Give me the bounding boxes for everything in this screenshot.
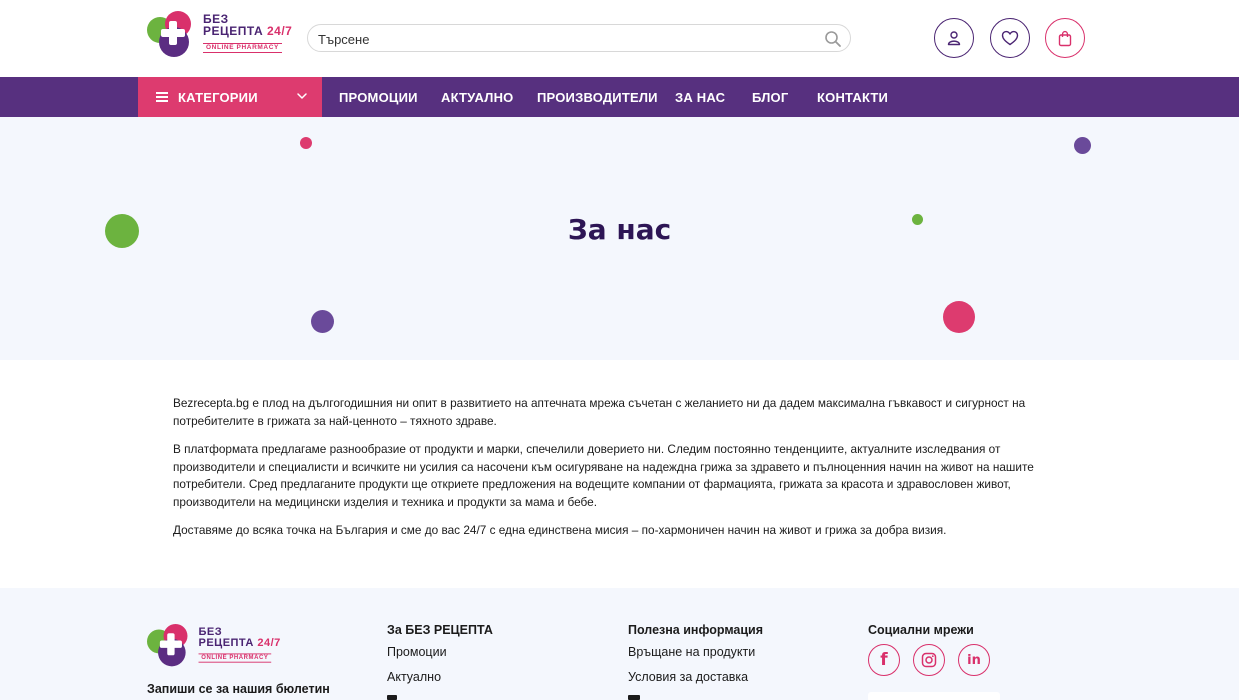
about-paragraph: Bezrecepta.bg е плод на дългогодишния ни… bbox=[173, 396, 1026, 428]
nav-link-blog[interactable]: БЛОГ bbox=[752, 90, 788, 105]
nav-link-about[interactable]: ЗА НАС bbox=[675, 90, 725, 105]
wishlist-button[interactable] bbox=[990, 18, 1030, 58]
decor-dot bbox=[300, 137, 312, 149]
logo-line2-num: 24/7 bbox=[267, 23, 293, 38]
footer-link-returns[interactable]: Връщане на продукти bbox=[628, 645, 755, 659]
categories-dropdown[interactable]: КАТЕГОРИИ bbox=[138, 77, 322, 117]
decor-dot bbox=[1074, 137, 1091, 154]
logo-tagline: ONLINE PHARMACY bbox=[203, 42, 282, 54]
nav-link-promotions[interactable]: ПРОМОЦИИ bbox=[339, 90, 418, 105]
linkedin-button[interactable]: in bbox=[958, 644, 990, 676]
facebook-button[interactable]: f bbox=[868, 644, 900, 676]
footer-link-promotions[interactable]: Промоции bbox=[387, 645, 447, 659]
site-header: БЕЗ РЕЦЕПТА 24/7 ONLINE PHARMACY bbox=[0, 0, 1239, 77]
instagram-button[interactable] bbox=[913, 644, 945, 676]
search-input[interactable] bbox=[318, 29, 808, 49]
about-paragraph: Доставяме до всяка точка на България и с… bbox=[173, 523, 947, 537]
main-nav: КАТЕГОРИИ ПРОМОЦИИ АКТУАЛНО ПРОИЗВОДИТЕЛ… bbox=[0, 77, 1239, 117]
cart-button[interactable] bbox=[1045, 18, 1085, 58]
menu-icon bbox=[156, 92, 168, 102]
account-button[interactable] bbox=[934, 18, 974, 58]
page-hero: За нас bbox=[0, 117, 1239, 360]
decor-dot bbox=[943, 301, 975, 333]
site-footer: БЕЗ РЕЦЕПТА 24/7 ONLINE PHARMACY Запиши … bbox=[0, 588, 1239, 700]
logo-line2: РЕЦЕПТА bbox=[203, 23, 264, 38]
footer-col-about-title: За БЕЗ РЕЦЕПТА bbox=[387, 623, 493, 637]
about-paragraph: В платформата предлагаме разнообразие от… bbox=[173, 442, 1034, 509]
footer-logo-tagline: ONLINE PHARMACY bbox=[198, 653, 272, 663]
about-content: Bezrecepta.bg е плод на дългогодишния ни… bbox=[173, 395, 1063, 551]
footer-col-social-title: Социални мрежи bbox=[868, 623, 974, 637]
nav-link-news[interactable]: АКТУАЛНО bbox=[441, 90, 513, 105]
newsletter-title: Запиши се за нашия бюлетин bbox=[147, 682, 330, 696]
chevron-down-icon bbox=[297, 93, 307, 99]
site-logo[interactable]: БЕЗ РЕЦЕПТА 24/7 ONLINE PHARMACY bbox=[147, 11, 293, 57]
footer-link-delivery[interactable]: Условия за доставка bbox=[628, 670, 748, 684]
logo-mark-icon bbox=[147, 624, 195, 667]
footer-col-info-title: Полезна информация bbox=[628, 623, 764, 637]
search-bar bbox=[307, 24, 851, 52]
footer-logo[interactable]: БЕЗ РЕЦЕПТА 24/7 ONLINE PHARMACY bbox=[147, 624, 281, 667]
facebook-icon: f bbox=[880, 650, 888, 670]
cart-icon bbox=[1058, 30, 1072, 46]
categories-label: КАТЕГОРИИ bbox=[178, 89, 258, 105]
user-icon bbox=[947, 31, 961, 46]
decor-dot bbox=[311, 310, 334, 333]
footer-link-partial bbox=[628, 695, 640, 700]
footer-logo-line2: РЕЦЕПТА bbox=[198, 635, 254, 649]
heart-icon bbox=[1001, 30, 1019, 46]
linkedin-icon: in bbox=[967, 652, 981, 668]
logo-mark-icon bbox=[147, 11, 199, 57]
footer-link-news[interactable]: Актуално bbox=[387, 670, 441, 684]
footer-widget bbox=[868, 692, 1000, 700]
page-title: За нас bbox=[567, 213, 672, 246]
instagram-icon bbox=[921, 652, 937, 668]
footer-link-partial bbox=[387, 695, 397, 700]
footer-logo-line2-num: 24/7 bbox=[257, 635, 281, 649]
nav-link-manufacturers[interactable]: ПРОИЗВОДИТЕЛИ bbox=[537, 90, 658, 105]
nav-link-contacts[interactable]: КОНТАКТИ bbox=[817, 90, 888, 105]
search-icon[interactable] bbox=[824, 30, 842, 48]
